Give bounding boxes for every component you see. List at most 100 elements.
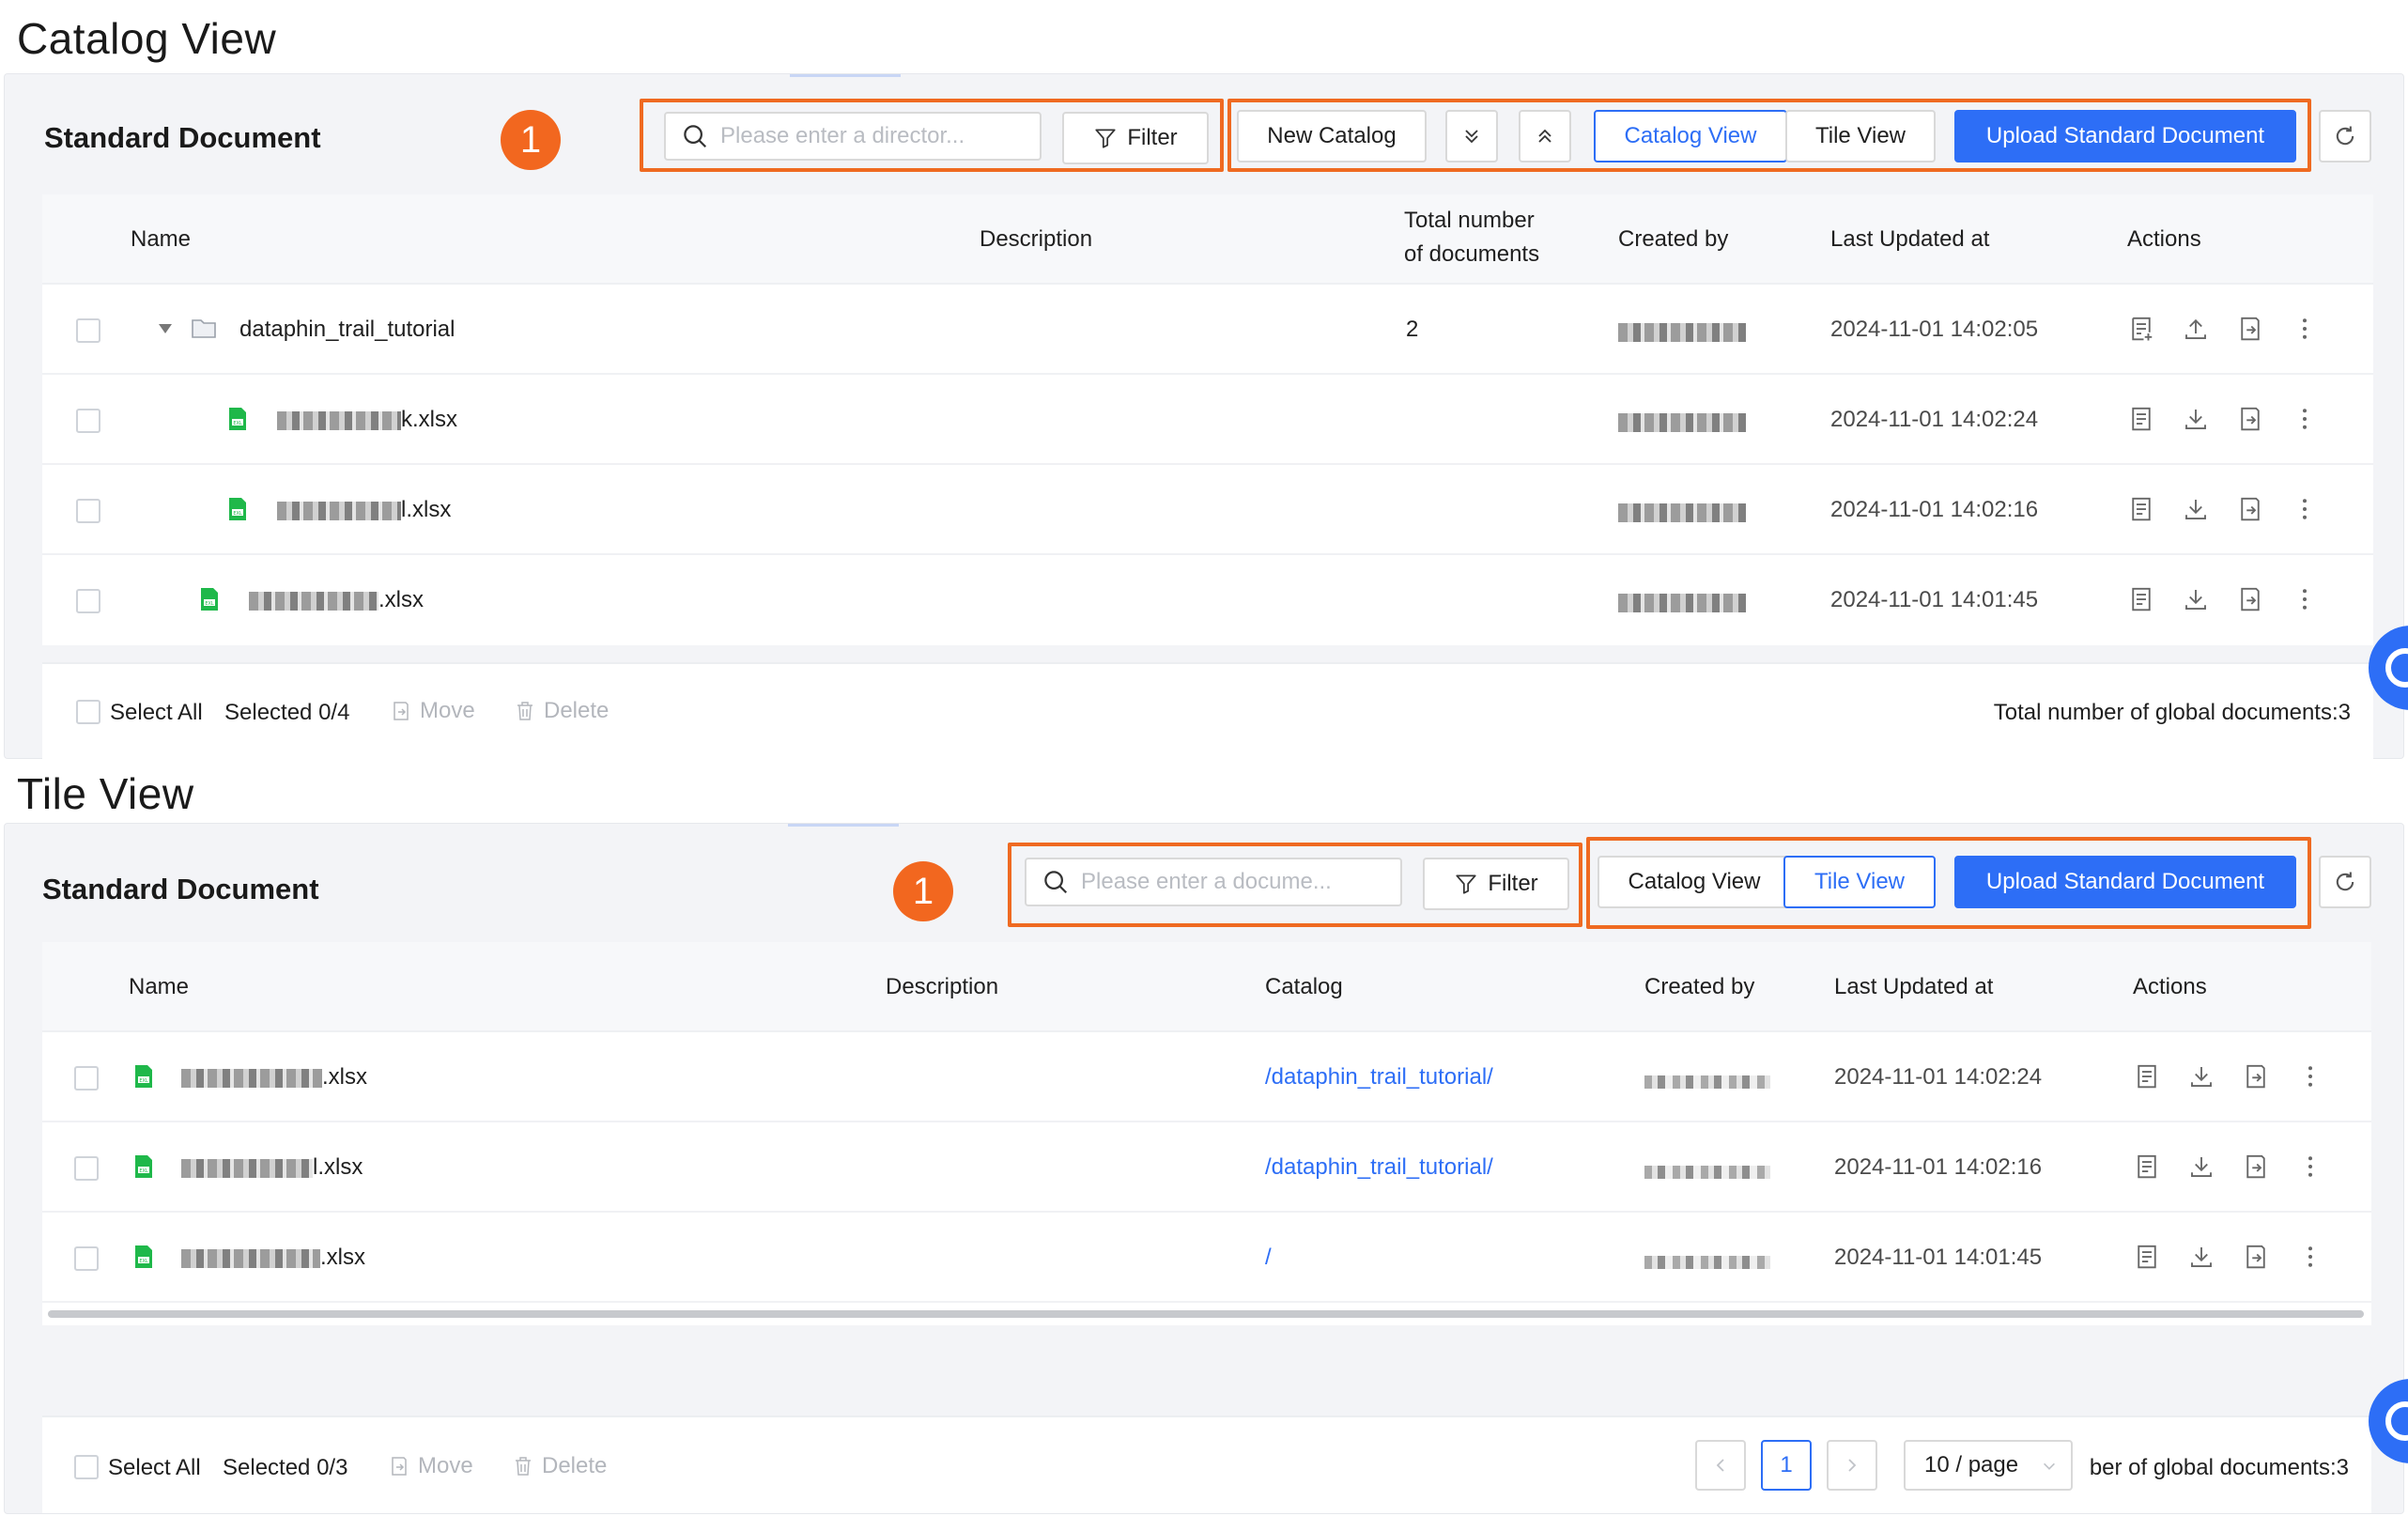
catalog-view-button[interactable]: Catalog View [1598,856,1791,908]
download-icon[interactable] [2182,495,2210,523]
search-placeholder: Please enter a docume... [1081,869,1332,894]
document-count: 2 [1406,317,1419,342]
select-all-label[interactable]: Select All [110,700,203,726]
folder-name[interactable]: dataphin_trail_tutorial [239,317,455,343]
upload-standard-document-button[interactable]: Upload Standard Document [1954,110,2296,162]
collapse-all-button[interactable] [1519,110,1571,162]
move-button[interactable]: Move [390,698,475,724]
table-row[interactable]: dataphin_trail_tutorial 2 2024-11-01 14:… [42,285,2373,375]
chevron-right-icon [1848,1459,1857,1472]
row-checkbox[interactable] [76,589,100,613]
page-title: Standard Document [44,121,321,154]
horizontal-scrollbar[interactable] [48,1310,2364,1318]
document-icon[interactable] [2133,1062,2161,1091]
tile-view-button[interactable]: Tile View [1783,856,1936,908]
total-global-documents: ber of global documents:3 [2089,1455,2349,1480]
row-checkbox[interactable] [74,1156,99,1181]
catalog-view-button[interactable]: Catalog View [1594,110,1787,162]
catalog-view-heading: Catalog View [17,14,277,63]
caret-down-icon[interactable] [157,322,174,335]
created-by-redacted [1618,589,1746,615]
table-row[interactable]: EXL .xlsx 2024-11-01 14:01:45 [42,555,2373,645]
file-name[interactable]: l.xlsx [277,497,451,523]
download-icon[interactable] [2182,585,2210,613]
filter-button[interactable]: Filter [1423,858,1569,910]
download-icon[interactable] [2187,1062,2215,1091]
tile-view-heading: Tile View [17,769,194,818]
move-icon[interactable] [2236,405,2264,433]
move-icon[interactable] [2242,1152,2270,1181]
document-icon[interactable] [2133,1152,2161,1181]
created-by-redacted [1644,1158,1770,1184]
more-icon[interactable] [2296,1243,2324,1271]
download-icon[interactable] [2187,1243,2215,1271]
more-icon[interactable] [2291,585,2319,613]
more-icon[interactable] [2296,1062,2324,1091]
table-row[interactable]: EXL l.xlsx 2024-11-01 14:02:16 [42,465,2373,555]
file-name[interactable]: l.xlsx [181,1154,363,1181]
document-icon[interactable] [2127,495,2155,523]
download-icon[interactable] [2187,1152,2215,1181]
more-icon[interactable] [2291,495,2319,523]
upload-standard-document-button[interactable]: Upload Standard Document [1954,856,2296,908]
delete-button[interactable]: Delete [514,698,609,724]
row-checkbox[interactable] [74,1066,99,1091]
document-icon[interactable] [2127,405,2155,433]
next-page-button[interactable] [1827,1440,1877,1491]
catalog-link[interactable]: / [1265,1245,1272,1271]
more-icon[interactable] [2296,1152,2324,1181]
move-icon[interactable] [2236,585,2264,613]
more-icon[interactable] [2291,315,2319,343]
select-all-checkbox[interactable] [76,700,100,724]
search-input[interactable]: Please enter a docume... [1025,858,1402,906]
tile-view-button[interactable]: Tile View [1785,110,1936,162]
prev-page-button[interactable] [1695,1440,1746,1491]
download-icon[interactable] [2182,405,2210,433]
refresh-button[interactable] [2319,856,2371,908]
upload-icon[interactable] [2182,315,2210,343]
catalog-link[interactable]: /dataphin_trail_tutorial/ [1265,1064,1493,1091]
delete-button[interactable]: Delete [512,1453,607,1479]
column-catalog: Catalog [1265,974,1343,999]
updated-time: 2024-11-01 14:01:45 [1830,587,2039,612]
expand-all-button[interactable] [1445,110,1498,162]
more-icon[interactable] [2291,405,2319,433]
select-all-label[interactable]: Select All [108,1455,201,1481]
file-name[interactable]: .xlsx [181,1245,365,1271]
catalog-link[interactable]: /dataphin_trail_tutorial/ [1265,1154,1493,1181]
column-created-by: Created by [1644,974,1755,999]
column-description: Description [980,226,1093,252]
document-icon[interactable] [2133,1243,2161,1271]
search-input[interactable]: Please enter a director... [664,112,1042,161]
filter-label: Filter [1127,125,1178,150]
file-name[interactable]: .xlsx [249,587,424,613]
move-icon[interactable] [2242,1243,2270,1271]
file-name[interactable]: .xlsx [181,1064,367,1091]
page-1-button[interactable]: 1 [1761,1440,1812,1491]
column-actions: Actions [2133,974,2207,999]
document-add-icon[interactable] [2127,315,2155,343]
folder-icon [192,319,216,338]
filter-button[interactable]: Filter [1062,112,1209,164]
row-checkbox[interactable] [76,499,100,523]
updated-time: 2024-11-01 14:02:05 [1830,317,2039,342]
file-name[interactable]: k.xlsx [277,407,457,433]
new-catalog-button[interactable]: New Catalog [1237,110,1427,162]
page-size-select[interactable]: 10 / page [1904,1440,2073,1491]
refresh-button[interactable] [2319,110,2371,162]
move-icon[interactable] [2242,1062,2270,1091]
table-row[interactable]: EXL k.xlsx 2024-11-01 14:02:24 [42,375,2373,465]
table-row[interactable]: EXL .xlsx /dataphin_trail_tutorial/ 2024… [42,1032,2371,1122]
table-row[interactable]: EXL l.xlsx /dataphin_trail_tutorial/ 202… [42,1122,2371,1213]
updated-time: 2024-11-01 14:02:16 [1834,1154,2043,1180]
row-checkbox[interactable] [74,1246,99,1271]
document-icon[interactable] [2127,585,2155,613]
row-checkbox[interactable] [76,409,100,433]
select-all-checkbox[interactable] [74,1455,99,1479]
row-checkbox[interactable] [76,318,100,343]
move-button[interactable]: Move [388,1453,473,1479]
move-icon [392,1457,407,1476]
move-icon[interactable] [2236,315,2264,343]
table-row[interactable]: EXL .xlsx / 2024-11-01 14:01:45 [42,1213,2371,1303]
move-icon[interactable] [2236,495,2264,523]
